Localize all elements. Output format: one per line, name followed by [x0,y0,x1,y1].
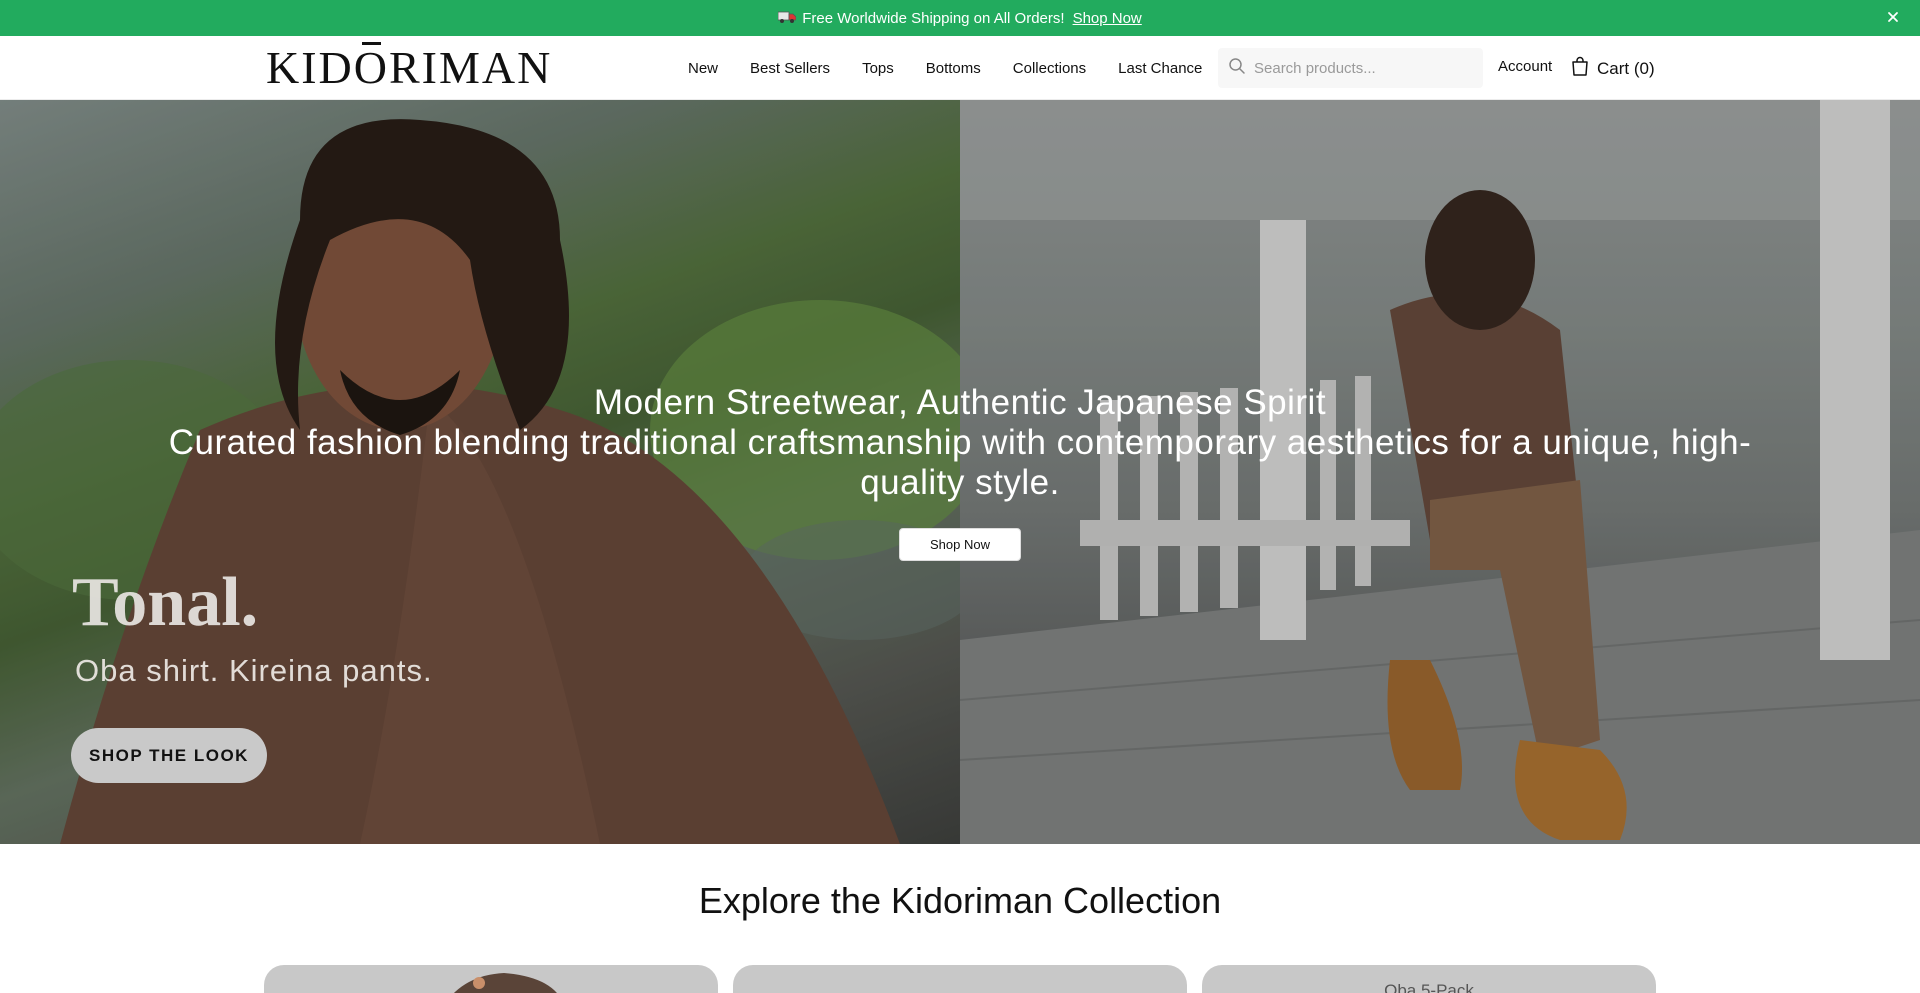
nav-item-collections[interactable]: Collections [1013,60,1086,77]
cart-label: Cart (0) [1597,58,1655,78]
search-input[interactable] [1254,59,1474,77]
search-box[interactable] [1218,48,1483,88]
hero-overlay-subtitle: Oba shirt. Kireina pants. [75,653,433,688]
hero-subtitle: Curated fashion blending traditional cra… [168,423,1752,502]
collection-card[interactable]: Oba 5-Pack [1202,965,1656,993]
site-header: KIDORIMAN New Best Sellers Tops Bottoms … [0,36,1920,100]
nav-item-bottoms[interactable]: Bottoms [926,60,981,77]
main-nav: New Best Sellers Tops Bottoms Collection… [688,36,1202,100]
brand-logo[interactable]: KIDORIMAN [266,42,552,91]
collection-card[interactable] [264,965,718,993]
search-icon [1228,57,1246,80]
truck-icon [777,10,797,27]
cart-button[interactable]: Cart (0) [1571,56,1655,81]
announcement-shop-link[interactable]: Shop Now [1073,10,1142,27]
nav-item-last-chance[interactable]: Last Chance [1118,60,1202,77]
shopping-bag-icon [1571,56,1597,81]
nav-item-new[interactable]: New [688,60,718,77]
collection-card[interactable] [733,965,1187,993]
shop-the-look-button[interactable]: SHOP THE LOOK [71,728,267,783]
close-icon[interactable] [1884,8,1902,26]
hero-shop-now-button[interactable]: Shop Now [899,528,1021,561]
nav-item-best-sellers[interactable]: Best Sellers [750,60,830,77]
hero-banner: Modern Streetwear, Authentic Japanese Sp… [0,100,1920,844]
hero-overlay-heading: Tonal. [72,564,259,641]
announcement-bar: Free Worldwide Shipping on All Orders! S… [0,0,1920,36]
collection-title: Explore the Kidoriman Collection [698,880,1222,921]
nav-item-tops[interactable]: Tops [862,60,894,77]
collection-card-image [453,973,557,993]
collection-card-label: Oba 5-Pack [1384,981,1474,993]
hero-title: Modern Streetwear, Authentic Japanese Sp… [593,383,1327,422]
collection-cards: Oba 5-Pack [264,965,1656,993]
announcement-text: Free Worldwide Shipping on All Orders! [802,9,1065,27]
account-link[interactable]: Account [1498,58,1552,75]
